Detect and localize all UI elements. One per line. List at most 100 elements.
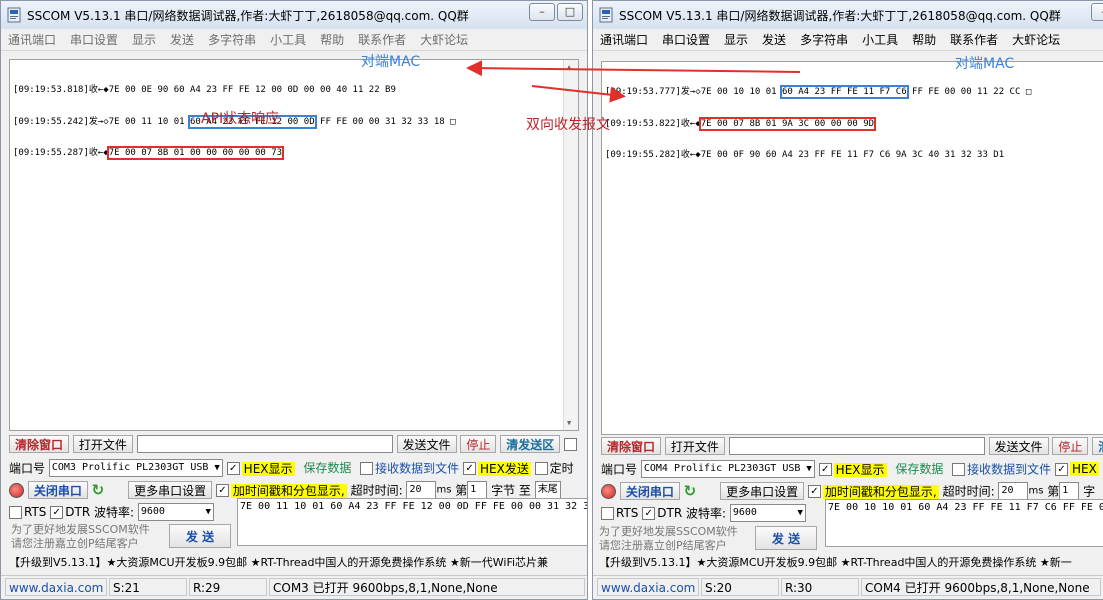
hex-send-checkbox[interactable]: ✓: [463, 461, 477, 475]
dtr-checkbox[interactable]: ✓: [50, 505, 64, 519]
port-select[interactable]: COM4 Prolific PL2303GT USB ▼: [640, 460, 815, 478]
file-path-input[interactable]: [136, 435, 393, 453]
open-file-button[interactable]: 打开文件: [72, 435, 133, 453]
nth-input[interactable]: 1: [467, 481, 488, 499]
timeout-input[interactable]: 20: [406, 481, 437, 499]
port-status-led-icon: [601, 483, 616, 499]
send-button[interactable]: 发 送: [755, 526, 817, 550]
rts-label: RTS: [616, 506, 639, 520]
log-timestamp: [09:19:55.282]收←◆: [605, 150, 701, 160]
recv-to-file-checkbox[interactable]: [360, 461, 374, 475]
menu-tools[interactable]: 小工具: [263, 30, 313, 50]
receive-display[interactable]: [09:19:53.818]收←◆7E 00 0E 90 60 A4 23 FF…: [9, 59, 579, 431]
menu-contact[interactable]: 联系作者: [351, 30, 413, 50]
open-file-button[interactable]: 打开文件: [664, 437, 725, 455]
title-bar[interactable]: SSCOM V5.13.1 串口/网络数据调试器,作者:大虾丁丁,2618058…: [593, 1, 1103, 29]
port-label: 端口号: [601, 462, 638, 477]
status-website-link[interactable]: www.daxia.com: [597, 578, 699, 596]
menu-send[interactable]: 发送: [163, 30, 201, 50]
maximize-icon[interactable]: □: [557, 3, 583, 21]
menu-help[interactable]: 帮助: [905, 30, 943, 50]
window-title: SSCOM V5.13.1 串口/网络数据调试器,作者:大虾丁丁,2618058…: [619, 9, 1061, 23]
menu-comm-port[interactable]: 通讯端口: [593, 30, 655, 50]
port-value: COM4 Prolific PL2303GT USB: [643, 463, 801, 474]
dtr-label: DTR: [657, 506, 683, 520]
refresh-icon[interactable]: ↻: [684, 482, 697, 500]
rts-checkbox[interactable]: [9, 505, 22, 519]
minimize-icon[interactable]: –: [529, 3, 555, 21]
hex-display-checkbox[interactable]: ✓: [818, 462, 832, 476]
timeout-input[interactable]: 20: [998, 482, 1029, 500]
more-settings-button[interactable]: 更多串口设置: [720, 482, 805, 500]
hex-display-label: HEX显示: [241, 461, 295, 476]
clear-send-button[interactable]: 清发: [1092, 437, 1103, 455]
menu-serial-settings[interactable]: 串口设置: [63, 30, 125, 50]
scroll-up-icon[interactable]: ▲: [567, 62, 571, 73]
close-port-button[interactable]: 关闭串口: [27, 481, 88, 499]
menu-display[interactable]: 显示: [125, 30, 163, 50]
recv-to-file-checkbox[interactable]: [952, 462, 966, 476]
save-data-button[interactable]: 保存数据: [298, 459, 356, 477]
extra-checkbox[interactable]: [564, 437, 578, 451]
tail-select[interactable]: 末尾: [534, 481, 561, 499]
menu-forum[interactable]: 大虾论坛: [413, 30, 475, 50]
clear-window-button[interactable]: 清除窗口: [9, 435, 70, 453]
menu-tools[interactable]: 小工具: [855, 30, 905, 50]
port-select[interactable]: COM3 Prolific PL2303GT USB ▼: [48, 459, 223, 477]
menu-send[interactable]: 发送: [755, 30, 793, 50]
menu-multi-string[interactable]: 多字符串: [201, 30, 263, 50]
status-sent-count: S:20: [701, 578, 779, 596]
hex-send-checkbox[interactable]: ✓: [1055, 462, 1069, 476]
rts-checkbox[interactable]: [601, 506, 614, 520]
timestamp-checkbox[interactable]: ✓: [807, 484, 821, 498]
file-toolbar: 清除窗口 打开文件 发送文件 停止 清发送区: [9, 435, 587, 453]
ticker-bar[interactable]: 【升级到V5.13.1】★大资源MCU开发板9.9包邮 ★RT-Thread中国…: [599, 554, 1103, 572]
close-port-button[interactable]: 关闭串口: [619, 482, 680, 500]
menu-display[interactable]: 显示: [717, 30, 755, 50]
status-website-link[interactable]: www.daxia.com: [5, 578, 107, 596]
timeout-label: 超时时间:: [942, 484, 995, 499]
stop-button[interactable]: 停止: [460, 435, 497, 453]
baud-select[interactable]: 9600 ▼: [137, 503, 214, 521]
api-status-annotation: API状态响应: [201, 111, 280, 127]
dtr-checkbox[interactable]: ✓: [642, 506, 656, 520]
nth-input[interactable]: 1: [1059, 482, 1080, 500]
to-label: 至: [518, 483, 531, 498]
menu-help[interactable]: 帮助: [313, 30, 351, 50]
hex-display-label: HEX显示: [833, 462, 887, 477]
refresh-icon[interactable]: ↻: [92, 481, 105, 499]
more-settings-button[interactable]: 更多串口设置: [128, 481, 213, 499]
clear-send-button[interactable]: 清发送区: [500, 435, 561, 453]
scroll-down-icon[interactable]: ▼: [567, 418, 571, 429]
save-data-button[interactable]: 保存数据: [890, 460, 948, 478]
minimize-icon[interactable]: –: [1091, 3, 1103, 21]
left-sscom-window: SSCOM V5.13.1 串口/网络数据调试器,作者:大虾丁丁,2618058…: [0, 0, 588, 600]
menu-forum[interactable]: 大虾论坛: [1005, 30, 1067, 50]
send-button[interactable]: 发 送: [169, 524, 231, 548]
right-sscom-window: SSCOM V5.13.1 串口/网络数据调试器,作者:大虾丁丁,2618058…: [592, 0, 1103, 600]
send-file-button[interactable]: 发送文件: [988, 437, 1049, 455]
hex-display-checkbox[interactable]: ✓: [226, 461, 240, 475]
title-bar[interactable]: SSCOM V5.13.1 串口/网络数据调试器,作者:大虾丁丁,2618058…: [1, 1, 587, 29]
open-port-row: 关闭串口 ↻ 更多串口设置 ✓ 加时间戳和分包显示, 超时时间: 20 ms 第1 …: [601, 482, 1103, 500]
timed-send-checkbox[interactable]: [534, 461, 548, 475]
menu-contact[interactable]: 联系作者: [943, 30, 1005, 50]
menu-serial-settings[interactable]: 串口设置: [655, 30, 717, 50]
baud-select[interactable]: 9600 ▼: [729, 504, 806, 522]
send-data-input[interactable]: 7E 00 11 10 01 60 A4 23 FF FE 12 00 0D F…: [237, 498, 587, 546]
timestamp-checkbox[interactable]: ✓: [215, 483, 229, 497]
peer-mac-highlight: 60 A4 23 FF FE 11 F7 C6: [779, 85, 909, 99]
byte-label: 字: [1083, 484, 1096, 499]
file-path-input[interactable]: [728, 437, 985, 455]
send-data-input[interactable]: 7E 00 10 10 01 60 A4 23 FF FE 11 F7 C6 F…: [825, 499, 1103, 547]
peer-mac-annotation: 对端MAC: [361, 54, 421, 70]
menu-comm-port[interactable]: 通讯端口: [1, 30, 63, 50]
ticker-bar[interactable]: 【升级到V5.13.1】★大资源MCU开发板9.9包邮 ★RT-Thread中国…: [9, 554, 587, 572]
clear-window-button[interactable]: 清除窗口: [601, 437, 662, 455]
send-file-button[interactable]: 发送文件: [396, 435, 457, 453]
receive-display[interactable]: [09:19:53.777]发→◇7E 00 10 10 01 60 A4 23…: [601, 61, 1103, 435]
stop-button[interactable]: 停止: [1052, 437, 1089, 455]
status-port-info: COM3 已打开 9600bps,8,1,None,None: [269, 578, 585, 596]
recv-to-file-label: 接收数据到文件: [375, 461, 460, 476]
menu-multi-string[interactable]: 多字符串: [793, 30, 855, 50]
